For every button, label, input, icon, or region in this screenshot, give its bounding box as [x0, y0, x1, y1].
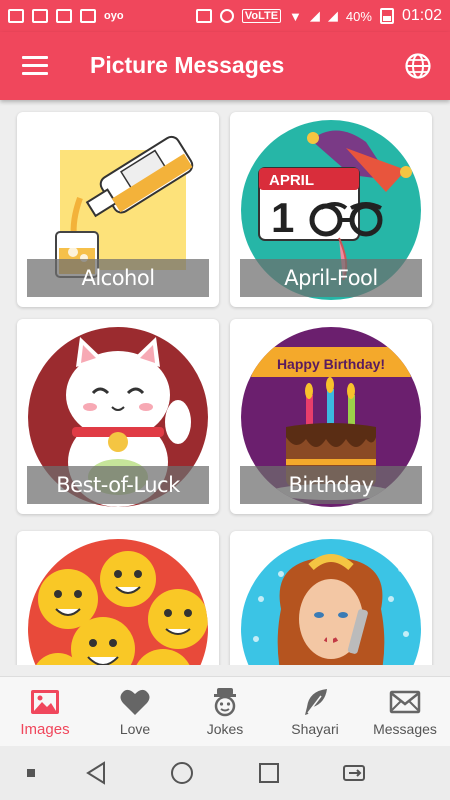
category-label: Birthday [240, 466, 422, 504]
system-navigation-bar [0, 746, 450, 800]
alarm-icon [219, 9, 234, 23]
calendar-month: APRIL [269, 172, 314, 189]
tab-label: Images [20, 721, 70, 738]
image-icon [31, 690, 59, 714]
battery-icon [379, 8, 394, 24]
tab-shayari[interactable]: Shayari [270, 677, 360, 746]
woman-portrait-illustration [241, 539, 421, 665]
notification-icon [56, 9, 72, 23]
dot-icon[interactable] [26, 768, 36, 778]
notification-icon [8, 9, 24, 23]
page-title: Picture Messages [90, 52, 285, 78]
category-card-portrait[interactable] [230, 531, 432, 665]
envelope-icon [389, 690, 421, 714]
signal-icon: ◢ [327, 8, 338, 23]
wifi-icon: ▼ [289, 8, 302, 24]
calendar-day: 1 [271, 194, 294, 241]
birthday-banner-text: Happy Birthday! [277, 356, 385, 372]
category-label: Alcohol [27, 259, 209, 297]
emoji-faces-illustration [28, 539, 208, 665]
category-label: Best-of-Luck [27, 466, 209, 504]
bottom-navigation: Images Love Jokes Shayari Messages [0, 676, 450, 746]
face-icon [214, 688, 236, 717]
tab-jokes[interactable]: Jokes [180, 677, 270, 746]
category-card-birthday[interactable]: Happy Birthday! Birthday [230, 319, 432, 514]
globe-icon[interactable] [404, 52, 432, 80]
tab-label: Messages [373, 721, 437, 737]
nfc-icon [195, 9, 212, 23]
carrier-text: oyo [104, 10, 124, 22]
recent-apps-icon[interactable] [257, 760, 281, 786]
category-grid: Alcohol APRIL 1 April-Fool Best-of-Luck … [0, 100, 450, 665]
tab-messages[interactable]: Messages [360, 677, 450, 746]
home-icon[interactable] [170, 760, 194, 786]
category-card-alcohol[interactable]: Alcohol [17, 112, 219, 307]
category-label: April-Fool [240, 259, 422, 297]
tab-love[interactable]: Love [90, 677, 180, 746]
battery-percent: 40% [345, 8, 372, 24]
back-icon[interactable] [84, 760, 108, 786]
heart-icon [120, 689, 150, 715]
app-bar: Picture Messages [0, 32, 450, 100]
hamburger-menu-icon[interactable] [22, 56, 48, 76]
notification-icon [32, 9, 48, 23]
tab-label: Love [119, 721, 151, 737]
tab-label: Jokes [206, 721, 244, 737]
signal-icon: ◢ [309, 8, 320, 23]
category-card-best-of-luck[interactable]: Best-of-Luck [17, 319, 219, 514]
clock: 01:02 [401, 7, 442, 24]
category-card-april-fool[interactable]: APRIL 1 April-Fool [230, 112, 432, 307]
status-bar: oyo VoLTE ▼ ◢ ◢ 40% 01:02 [0, 0, 450, 32]
tab-label: Shayari [291, 721, 339, 737]
notification-icon [80, 9, 96, 23]
volte-badge: VoLTE [241, 9, 282, 23]
feather-icon [305, 689, 327, 715]
category-card-emoji[interactable] [17, 531, 219, 665]
tab-images[interactable]: Images [0, 677, 90, 746]
switch-app-icon[interactable] [340, 760, 370, 786]
